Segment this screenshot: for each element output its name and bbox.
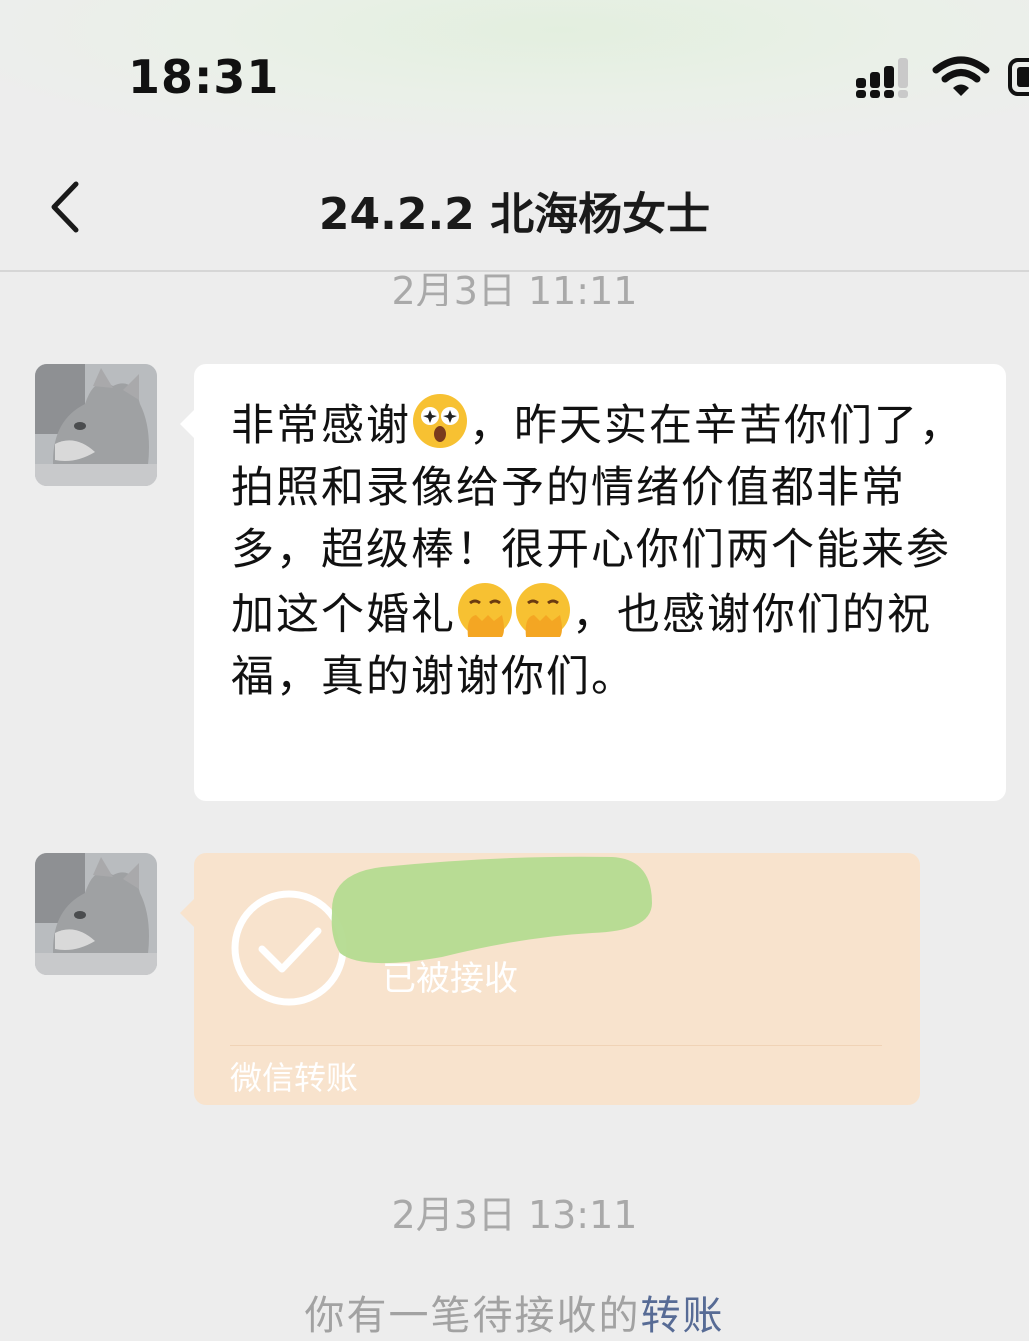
- hand-over-mouth-emoji-icon: [514, 581, 572, 639]
- hand-over-mouth-emoji-icon: [456, 581, 514, 639]
- avatar[interactable]: [35, 364, 157, 486]
- transfer-card[interactable]: 已被接收 微信转账: [180, 853, 920, 1105]
- cellular-signal-icon: [856, 58, 908, 98]
- system-message-text: 你有一笔待接收的: [304, 1293, 641, 1339]
- message-timestamp: 2月3日 11:11: [391, 269, 638, 306]
- wifi-icon: [932, 56, 990, 96]
- message-bubble[interactable]: 非常感谢 ，昨天实在辛苦你们了，拍照和录像给予的情绪价值都非常多，超级棒！很开心你…: [180, 364, 1006, 801]
- battery-icon: [1008, 58, 1029, 96]
- cat-avatar-icon: [35, 853, 157, 975]
- avatar[interactable]: [35, 853, 157, 975]
- status-bar: 18:31: [0, 0, 1029, 140]
- status-time: 18:31: [128, 50, 280, 104]
- message-text: 非常感谢 ，昨天实在辛苦你们了，拍照和录像给予的情绪价值都非常多，超级棒！很开心你…: [231, 392, 976, 708]
- transfer-link[interactable]: 转账: [641, 1293, 725, 1339]
- cat-avatar-icon: [35, 364, 157, 486]
- transfer-footer-label: 微信转账: [230, 1059, 359, 1097]
- transfer-divider: [230, 1045, 882, 1046]
- starry-eyes-emoji-icon: [411, 392, 469, 450]
- chat-title[interactable]: 24.2.2 北海杨女士: [0, 178, 1029, 242]
- redaction-mark: [331, 856, 652, 964]
- system-message: 你有一笔待接收的转账: [0, 1283, 1029, 1341]
- message-timestamp: 2月3日 13:11: [391, 1193, 638, 1237]
